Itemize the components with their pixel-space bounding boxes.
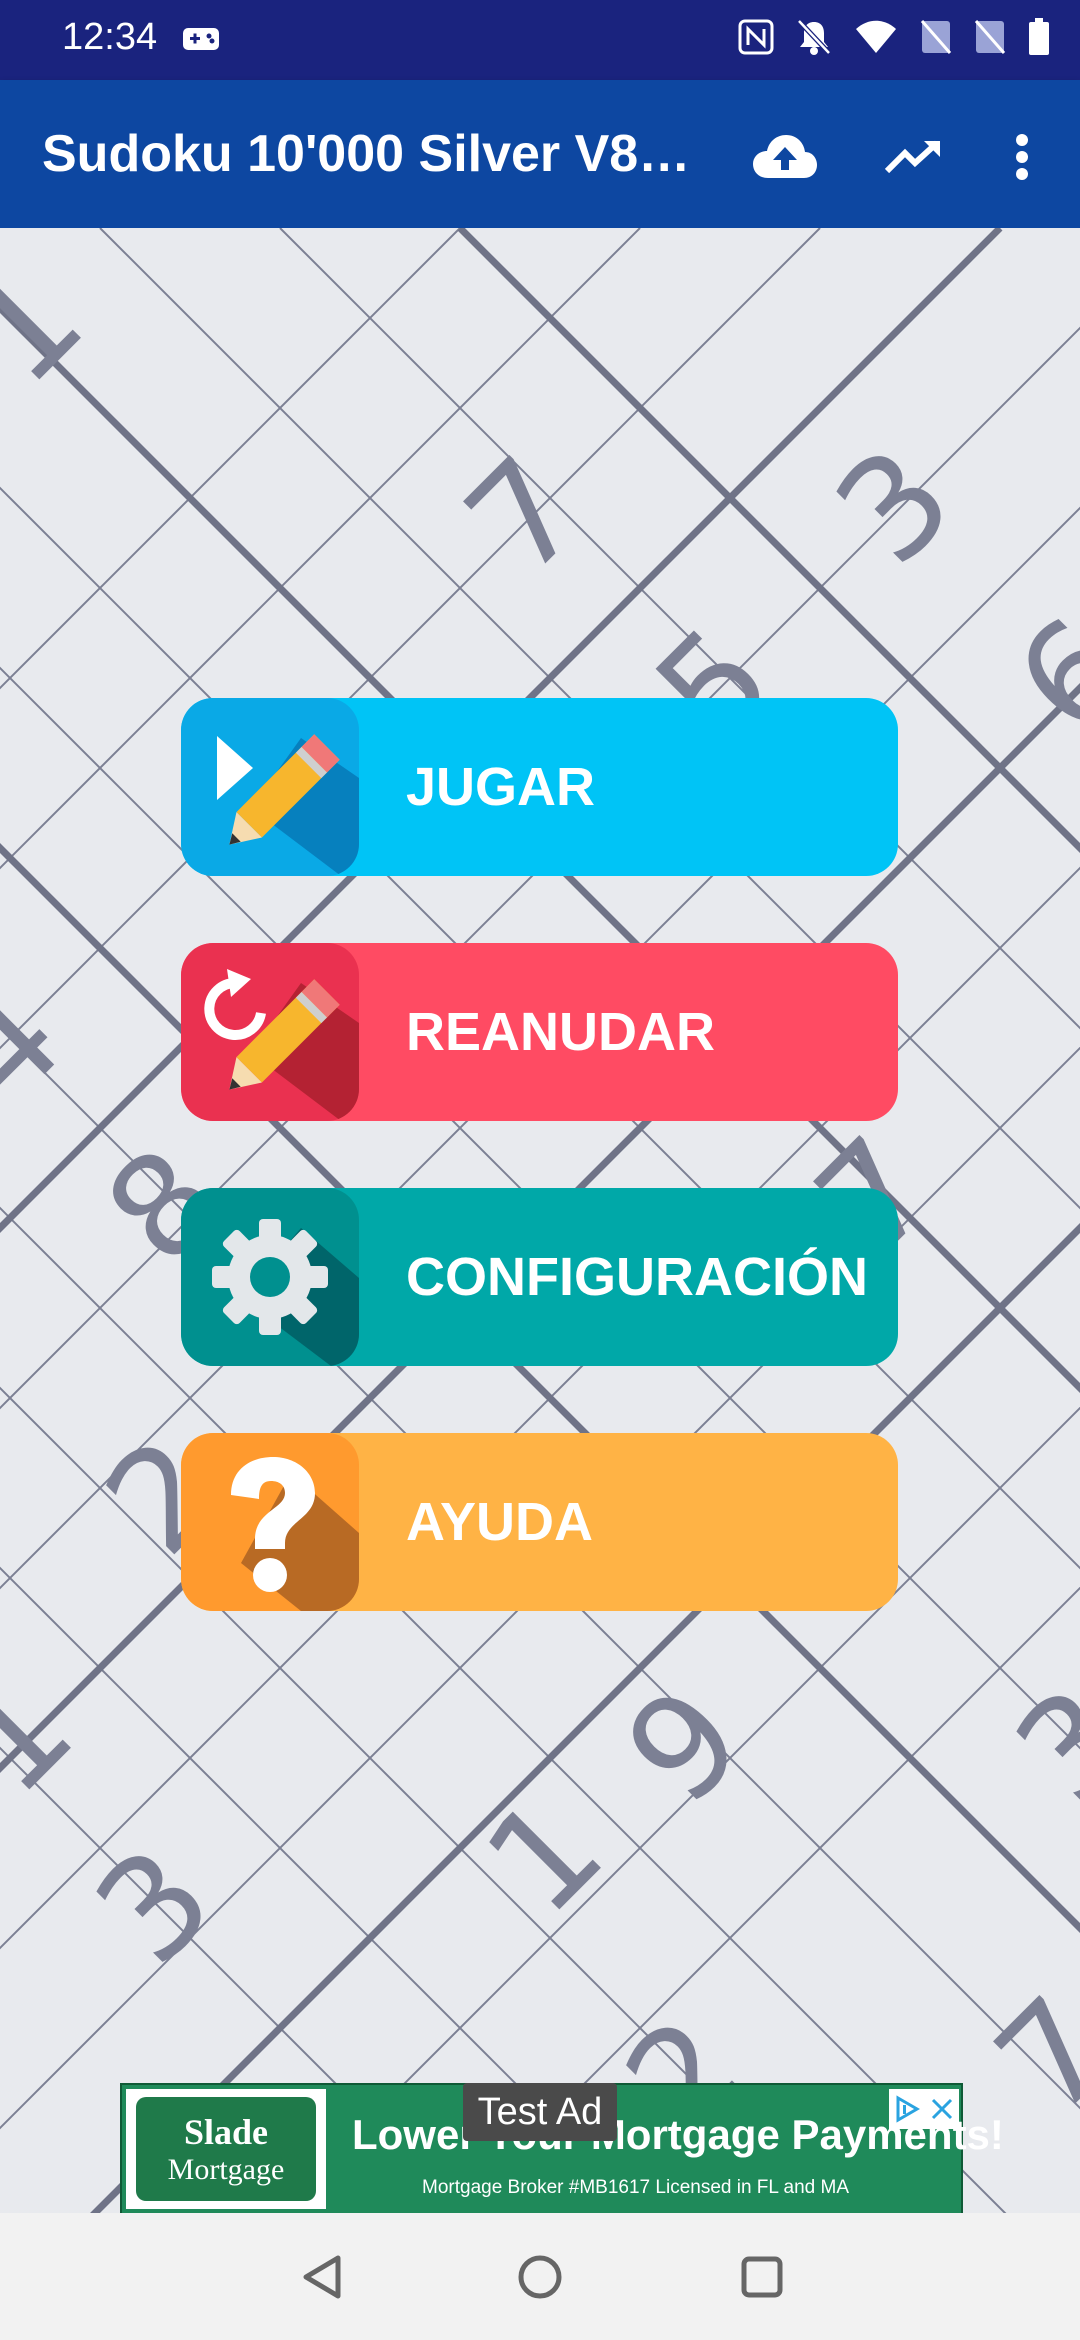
battery-icon — [1028, 18, 1050, 61]
ad-logo: Slade Mortgage — [126, 2089, 326, 2209]
board-digit: 3 — [986, 1657, 1080, 1835]
more-vert-icon[interactable] — [987, 122, 1057, 192]
play-pencil-icon — [217, 734, 359, 876]
trending-up-icon[interactable] — [878, 122, 948, 192]
gamepad-icon — [182, 26, 220, 57]
wifi-icon — [854, 19, 898, 60]
nfc-icon — [738, 19, 774, 60]
question-icon — [231, 1457, 359, 1611]
gear-icon — [212, 1219, 359, 1366]
ad-subtext: Mortgage Broker #MB1617 Licensed in FL a… — [422, 2177, 850, 2198]
mute-icon — [796, 18, 832, 61]
nav-bar — [0, 2213, 1080, 2340]
resume-icon-tile — [181, 943, 359, 1121]
home-icon[interactable] — [508, 2245, 572, 2309]
signal-icon — [920, 19, 952, 60]
status-bar: 12:34 — [0, 0, 1080, 80]
app-title: Sudoku 10'000 Silver V8.0... — [42, 125, 702, 183]
board-digit: 7 — [436, 427, 614, 605]
ad-logo-line1: Slade — [183, 2112, 269, 2152]
recents-icon[interactable] — [730, 2245, 794, 2309]
settings-button[interactable]: CONFIGURACIÓN — [181, 1188, 898, 1366]
close-icon[interactable] — [930, 2097, 954, 2121]
resume-button[interactable]: REANUDAR — [181, 943, 898, 1121]
board-digit: 3 — [66, 1817, 244, 1995]
cloud-upload-icon[interactable] — [750, 122, 820, 192]
help-button[interactable]: AYUDA — [181, 1433, 898, 1611]
help-icon-tile — [181, 1433, 359, 1611]
board-digit: 3 — [806, 417, 984, 595]
status-time: 12:34 — [62, 16, 158, 58]
test-ad-tag: Test Ad — [463, 2083, 617, 2141]
play-label: JUGAR — [406, 757, 596, 817]
help-label: AYUDA — [406, 1492, 594, 1552]
play-icon-tile — [181, 698, 359, 876]
board-digit: 1 — [0, 237, 114, 415]
board-digit: 1 — [456, 1767, 634, 1945]
back-icon[interactable] — [290, 2245, 354, 2309]
ad-logo-line2: Mortgage — [167, 2153, 285, 2186]
adchoices-icon — [896, 2095, 920, 2123]
play-button[interactable]: JUGAR — [181, 698, 898, 876]
signal-icon — [974, 19, 1006, 60]
board-digit: 1 — [0, 1647, 104, 1825]
app-bar: Sudoku 10'000 Silver V8.0... — [0, 80, 1080, 228]
ad-choices[interactable] — [889, 2089, 959, 2129]
settings-label: CONFIGURACIÓN — [406, 1247, 868, 1307]
settings-icon-tile — [181, 1188, 359, 1366]
resume-label: REANUDAR — [406, 1002, 715, 1062]
resume-pencil-icon — [204, 969, 359, 1121]
